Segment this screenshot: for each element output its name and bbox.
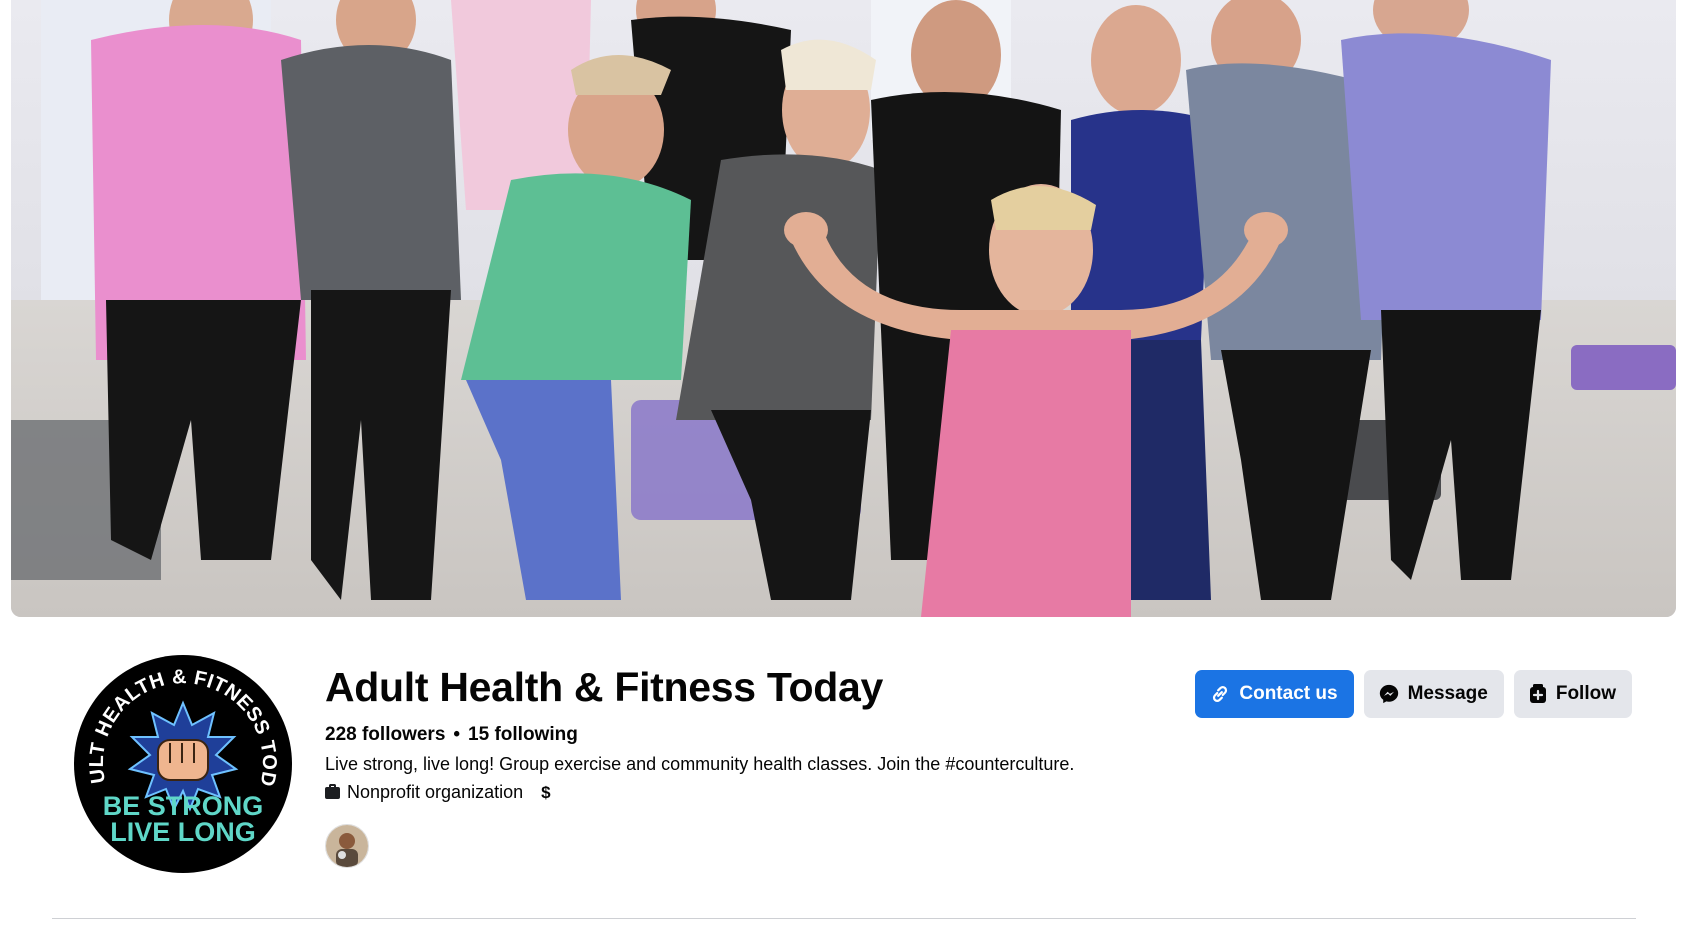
followers-link[interactable]: 228 followers [325, 724, 445, 746]
contact-us-label: Contact us [1239, 683, 1338, 704]
follow-button[interactable]: Follow [1513, 670, 1632, 718]
cover-photo-image [11, 0, 1676, 617]
organization-logo: ADULT HEALTH & FITNESS TODAY BE STRONG L… [74, 655, 292, 873]
following-link[interactable]: 15 following [468, 724, 578, 746]
page-bio: Live strong, live long! Group exercise a… [325, 754, 1075, 774]
profile-divider [52, 918, 1636, 919]
page-meta: Nonprofit organization $ [325, 782, 551, 803]
avatar-photo [326, 825, 368, 867]
messenger-icon [1378, 683, 1400, 705]
follow-stats: 228 followers • 15 following [325, 724, 578, 746]
page-title: Adult Health & Fitness Today [325, 664, 884, 710]
profile-page: ADULT HEALTH & FITNESS TODAY BE STRONG L… [0, 0, 1692, 936]
link-icon [1209, 683, 1231, 705]
profile-avatar[interactable]: ADULT HEALTH & FITNESS TODAY BE STRONG L… [70, 651, 296, 877]
page-actions: Contact us Message Follow [1195, 670, 1632, 718]
logo-line-2: LIVE LONG [110, 817, 256, 847]
price-range: $ [541, 782, 551, 802]
page-category: Nonprofit organization [347, 782, 524, 802]
follow-label: Follow [1555, 683, 1616, 704]
contact-us-button[interactable]: Contact us [1195, 670, 1354, 718]
briefcase-icon [325, 783, 340, 799]
message-label: Message [1407, 683, 1488, 704]
follow-page-icon [1528, 683, 1548, 705]
message-button[interactable]: Message [1363, 670, 1504, 718]
stats-separator: • [453, 724, 461, 745]
mutual-follower-avatar[interactable] [325, 824, 369, 868]
cover-photo[interactable] [11, 0, 1676, 617]
